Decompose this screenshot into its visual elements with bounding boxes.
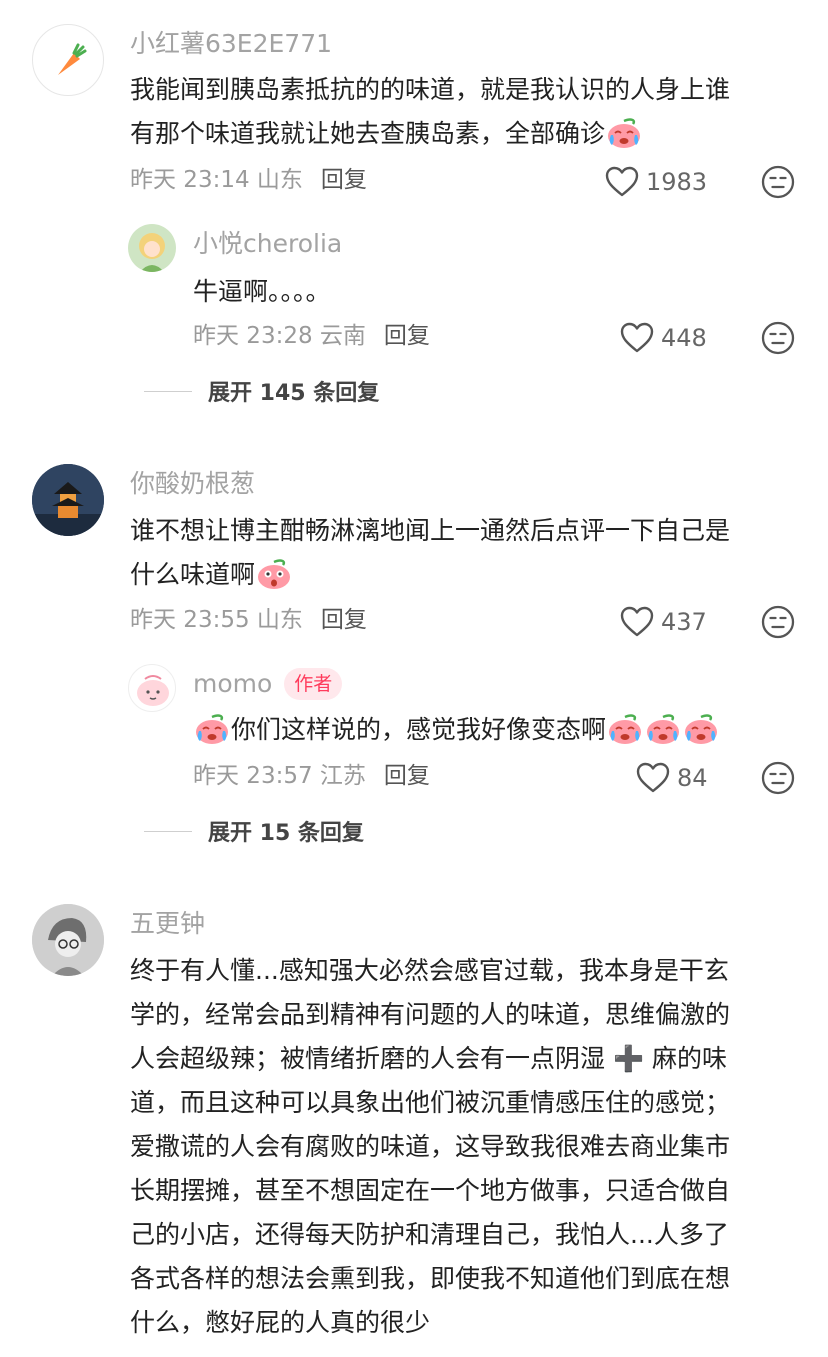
heart-outline-icon xyxy=(604,164,640,200)
carrot-avatar-icon xyxy=(58,43,87,75)
reply-time: 昨天 23:28 云南 xyxy=(193,323,366,349)
crying-emoji-icon xyxy=(644,711,682,745)
comment-text-line: 有那个味道我就让她去查胰岛素，全部确诊 xyxy=(130,112,810,156)
comment-text: 谁不想让博主酣畅淋漓地闻上一通然后点评一下自己是 什么味道啊 xyxy=(130,509,810,597)
reply-button[interactable]: 回复 xyxy=(384,763,430,789)
like-count: 437 xyxy=(661,608,707,636)
like-button[interactable]: 448 xyxy=(619,320,707,356)
reply-button[interactable]: 回复 xyxy=(321,607,367,633)
avatar[interactable] xyxy=(32,464,104,536)
crying-emoji-icon xyxy=(193,711,231,745)
comment-text-line: 什么味道啊 xyxy=(130,553,810,597)
heart-outline-icon xyxy=(619,320,655,356)
like-count: 448 xyxy=(661,324,707,352)
comment-text-line: 谁不想让博主酣畅淋漓地闻上一通然后点评一下自己是 xyxy=(130,516,731,545)
like-button[interactable]: 1983 xyxy=(604,164,707,200)
reply-button[interactable]: 回复 xyxy=(321,167,367,193)
comment-username[interactable]: 你酸奶根葱 xyxy=(130,468,255,500)
peach-avatar-icon xyxy=(137,675,169,706)
comment-text: 终于有人懂...感知强大必然会感官过载，我本身是干玄 学的，经常会品到精神有问题… xyxy=(130,949,820,1345)
expand-replies-button[interactable]: 展开 15 条回复 xyxy=(144,815,364,847)
avatar[interactable] xyxy=(32,24,104,96)
comment-text-line: 终于有人懂...感知强大必然会感官过载，我本身是干玄 xyxy=(130,956,729,985)
sketch-avatar-icon xyxy=(32,904,104,976)
crying-emoji-icon xyxy=(605,115,643,149)
reply-username[interactable]: momo xyxy=(193,669,272,698)
comment-text-line: 长期摆摊，甚至不想固定在一个地方做事，只适合做自 xyxy=(130,1176,731,1205)
crying-emoji-icon xyxy=(682,711,720,745)
meh-face-icon[interactable] xyxy=(760,164,796,200)
heart-outline-icon xyxy=(635,760,671,796)
crying-emoji-icon xyxy=(606,711,644,745)
avatar[interactable] xyxy=(128,664,176,712)
comment-text: 我能闻到胰岛素抵抗的的味道，就是我认识的人身上谁 有那个味道我就让她去查胰岛素，… xyxy=(130,68,810,156)
expand-replies-label: 展开 15 条回复 xyxy=(208,821,364,846)
meh-face-icon[interactable] xyxy=(760,760,796,796)
doll-avatar-icon xyxy=(139,233,165,272)
comment-text-line: 己的小店，还得每天防护和清理自己，我怕人...人多了 xyxy=(130,1220,729,1249)
reply-text: 你们这样说的，感觉我好像变态啊 xyxy=(193,708,720,752)
comment-meta: 昨天 23:14 山东 回复 xyxy=(130,164,367,196)
avatar[interactable] xyxy=(32,904,104,976)
comment-text-line: 什么，憋好屁的人真的很少 xyxy=(130,1308,431,1337)
shocked-emoji-icon xyxy=(255,556,293,590)
meh-face-icon[interactable] xyxy=(760,604,796,640)
like-button[interactable]: 84 xyxy=(635,760,708,796)
comment-text-line: 学的，经常会品到精神有问题的人的味道，思维偏激的 xyxy=(130,1000,731,1029)
reply-time: 昨天 23:57 江苏 xyxy=(193,763,366,789)
divider-line xyxy=(144,390,192,392)
comment-text-line: 道，而且这种可以具象出他们被沉重情感压住的感觉； xyxy=(130,1088,731,1117)
reply-text: 牛逼啊。。。。 xyxy=(193,277,331,306)
comment-username[interactable]: 五更钟 xyxy=(130,908,205,940)
reply-username-row: momo 作者 xyxy=(193,668,343,700)
like-count: 1983 xyxy=(646,168,708,196)
reply-meta: 昨天 23:28 云南 回复 xyxy=(193,320,430,352)
comment-text-line: 爱撒谎的人会有腐败的味道，这导致我很难去商业集市 xyxy=(130,1132,731,1161)
reply-meta: 昨天 23:57 江苏 回复 xyxy=(193,760,430,792)
comment-time: 昨天 23:55 山东 xyxy=(130,607,303,633)
expand-replies-button[interactable]: 展开 145 条回复 xyxy=(144,375,379,407)
meh-face-icon[interactable] xyxy=(760,320,796,356)
comment-meta: 昨天 23:55 山东 回复 xyxy=(130,604,367,636)
comment-text-line: 我能闻到胰岛素抵抗的的味道，就是我认识的人身上谁 xyxy=(130,75,731,104)
heart-outline-icon xyxy=(619,604,655,640)
avatar[interactable] xyxy=(128,224,176,272)
author-badge: 作者 xyxy=(284,668,343,700)
reply-button[interactable]: 回复 xyxy=(384,323,430,349)
comment-time: 昨天 23:14 山东 xyxy=(130,167,303,193)
divider-line xyxy=(144,830,192,832)
expand-replies-label: 展开 145 条回复 xyxy=(208,381,380,406)
comment-text-line: 人会超级辣；被情绪折磨的人会有一点阴湿 ➕ 麻的味 xyxy=(130,1044,728,1073)
like-count: 84 xyxy=(677,764,708,792)
pagoda-avatar-icon xyxy=(32,464,104,536)
comment-username[interactable]: 小红薯63E2E771 xyxy=(130,28,332,60)
like-button[interactable]: 437 xyxy=(619,604,707,640)
reply-username[interactable]: 小悦cherolia xyxy=(193,228,342,260)
comment-text-line: 各式各样的想法会熏到我，即使我不知道他们到底在想 xyxy=(130,1264,731,1293)
